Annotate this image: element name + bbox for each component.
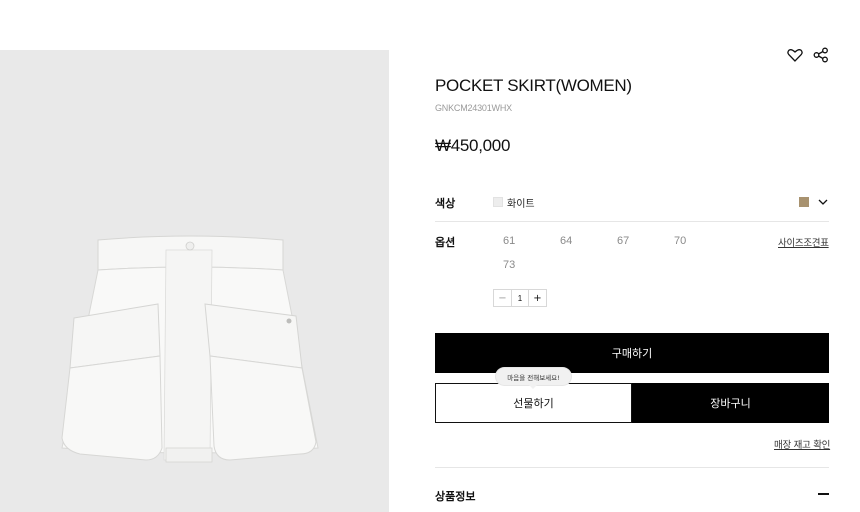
quantity-increase-button[interactable]: + (529, 290, 546, 306)
size-option[interactable]: 61 (503, 235, 515, 247)
product-code: GNKCM24301WHX (435, 103, 512, 113)
size-option[interactable]: 73 (503, 259, 515, 271)
quantity-stepper: − 1 + (493, 289, 547, 307)
gift-tooltip: 마음을 전해보세요! (496, 368, 571, 389)
quantity-value: 1 (511, 290, 529, 306)
size-option[interactable]: 64 (560, 235, 572, 247)
product-info-title: 상품정보 (435, 490, 476, 503)
product-detail-page: POCKET SKIRT(WOMEN) GNKCM24301WHX ₩450,0… (0, 0, 860, 512)
skirt-illustration (61, 235, 319, 463)
buy-button[interactable]: 구매하기 (435, 333, 829, 373)
color-swatch-beige[interactable] (799, 197, 809, 207)
product-price: ₩450,000 (435, 136, 511, 155)
color-name: 화이트 (507, 199, 535, 210)
size-option[interactable]: 70 (674, 235, 686, 247)
size-option[interactable]: 67 (617, 235, 629, 247)
cart-button[interactable]: 장바구니 (632, 383, 829, 423)
size-guide-link[interactable]: 사이즈조견표 (778, 235, 829, 249)
gift-button[interactable]: 선물하기 (435, 383, 632, 423)
divider (435, 221, 829, 222)
heart-icon[interactable] (786, 46, 804, 64)
collapse-icon[interactable] (818, 493, 829, 495)
share-icon[interactable] (812, 46, 830, 64)
quantity-decrease-button[interactable]: − (494, 290, 511, 306)
store-stock-link[interactable]: 매장 재고 확인 (774, 437, 830, 451)
color-label: 색상 (435, 197, 456, 210)
color-swatch-white[interactable] (493, 197, 503, 207)
chevron-down-icon[interactable] (817, 196, 829, 208)
option-label: 옵션 (435, 236, 456, 249)
product-title: POCKET SKIRT(WOMEN) (435, 76, 632, 95)
product-image (0, 50, 389, 512)
divider (435, 467, 829, 468)
